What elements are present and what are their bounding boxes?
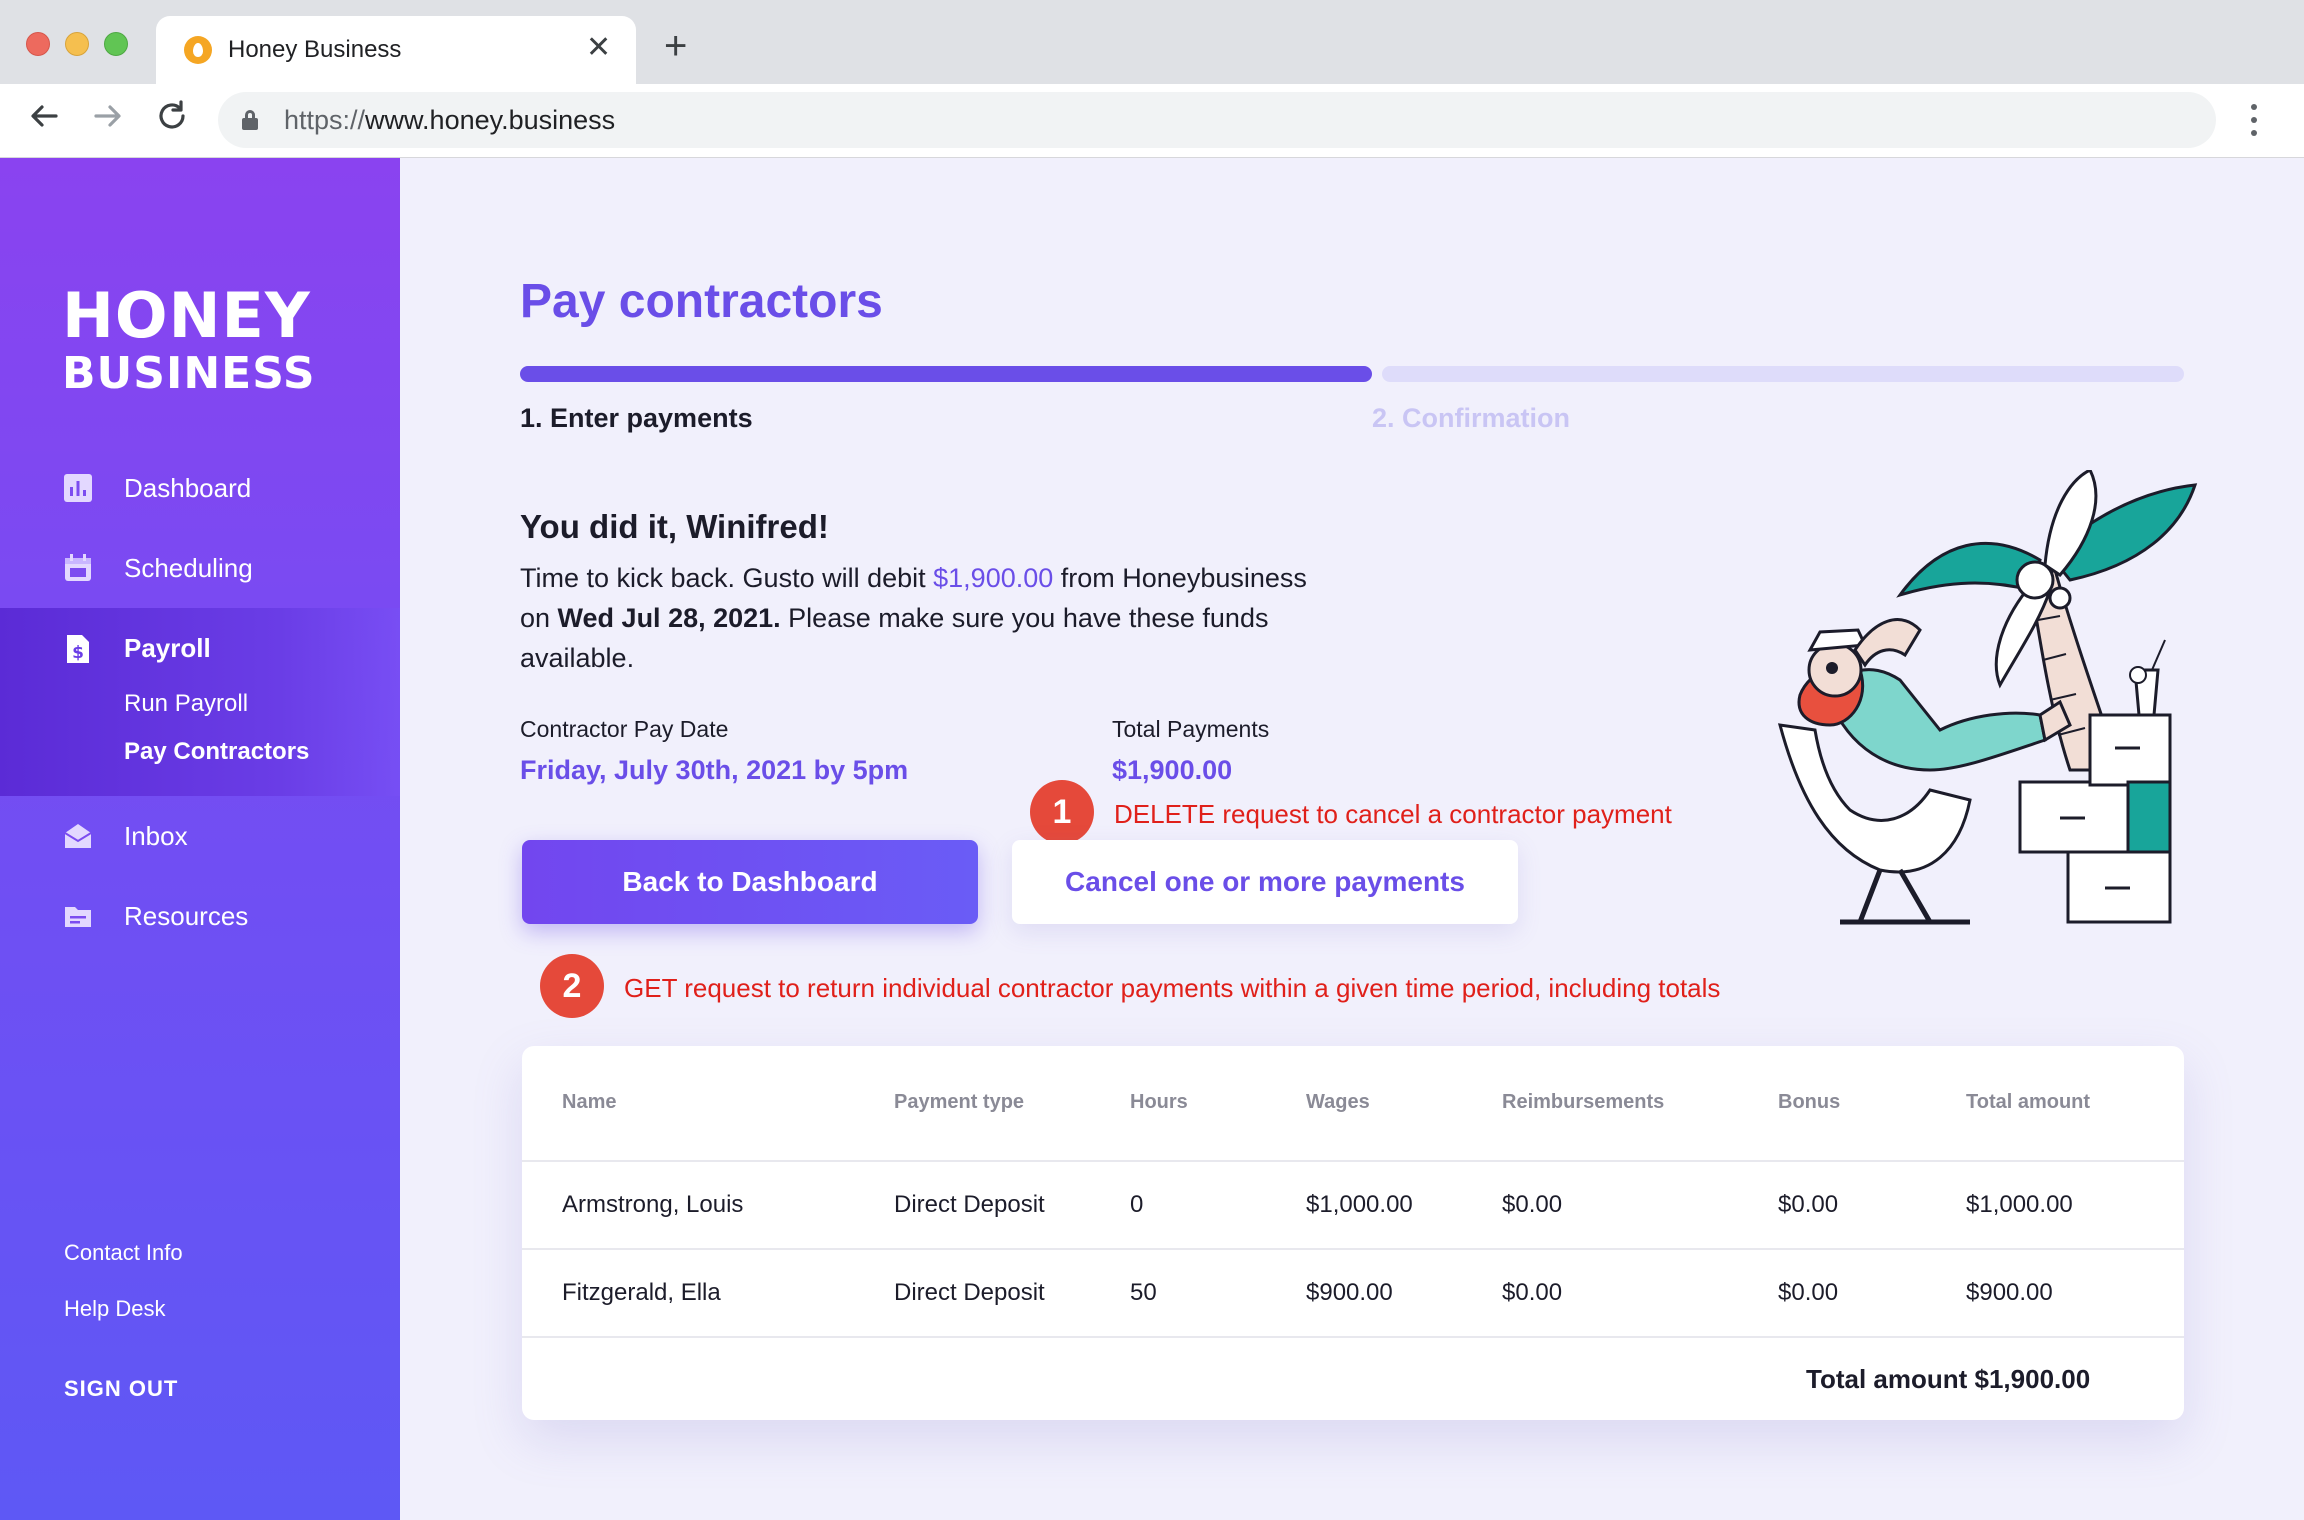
sidebar-subitem-pay-contractors[interactable]: Pay Contractors bbox=[124, 736, 309, 768]
reload-icon[interactable] bbox=[152, 96, 192, 136]
column-header-bonus[interactable]: Bonus bbox=[1778, 1088, 1840, 1116]
browser-menu-icon[interactable] bbox=[2250, 102, 2258, 138]
sign-out-link[interactable]: SIGN OUT bbox=[64, 1374, 178, 1404]
cell-total-amount: $900.00 bbox=[1966, 1279, 2053, 1306]
browser-tab-strip: Honey Business ✕ + bbox=[0, 0, 2304, 84]
lock-icon bbox=[242, 110, 258, 130]
forward-arrow-icon[interactable] bbox=[88, 96, 128, 136]
cancel-payments-button[interactable]: Cancel one or more payments bbox=[1012, 840, 1518, 924]
table-divider bbox=[522, 1160, 2184, 1162]
annotation-text-2: GET request to return individual contrac… bbox=[624, 973, 1721, 1003]
bar-chart-icon bbox=[64, 474, 92, 502]
relaxing-person-illustration bbox=[1777, 470, 2198, 925]
cell-reimbursements: $0.00 bbox=[1502, 1279, 1563, 1306]
cell-payment-type: Direct Deposit bbox=[894, 1191, 1045, 1218]
debit-amount: $1,900.00 bbox=[933, 563, 1054, 593]
table-divider bbox=[522, 1248, 2184, 1250]
cell-total-amount: $1,000.00 bbox=[1966, 1191, 2073, 1218]
help-desk-link[interactable]: Help Desk bbox=[64, 1294, 165, 1324]
folder-icon bbox=[65, 907, 91, 927]
sidebar-item-scheduling[interactable]: Scheduling bbox=[0, 528, 400, 608]
total-payments-label: Total Payments bbox=[1112, 716, 1270, 742]
column-header-wages[interactable]: Wages bbox=[1306, 1088, 1370, 1116]
annotation-badge-1: 1 bbox=[1030, 780, 1094, 844]
cell-payment-type: Direct Deposit bbox=[894, 1279, 1045, 1306]
browser-tab[interactable]: Honey Business ✕ bbox=[156, 16, 636, 84]
contractor-payments-table: Name Payment type Hours Wages Reimbursem… bbox=[522, 1046, 2184, 1420]
minimize-window-button[interactable] bbox=[65, 32, 89, 56]
pay-date-value: Friday, July 30th, 2021 by 5pm bbox=[520, 755, 909, 785]
annotation-text-1: DELETE request to cancel a contractor pa… bbox=[1114, 799, 1672, 829]
calendar-icon bbox=[65, 554, 91, 581]
sidebar: HONEY BUSINESS Dashboard Scheduling $ Pa… bbox=[0, 158, 400, 1520]
envelope-icon bbox=[64, 824, 92, 848]
table-total-amount: Total amount $1,900.00 bbox=[1806, 1364, 2091, 1394]
tab-close-icon[interactable]: ✕ bbox=[586, 30, 611, 66]
close-window-button[interactable] bbox=[26, 32, 50, 56]
step-confirmation: 2. Confirmation bbox=[1372, 403, 1571, 433]
sidebar-item-label: Dashboard bbox=[124, 473, 252, 503]
sidebar-item-label: Scheduling bbox=[124, 553, 253, 583]
sidebar-item-inbox[interactable]: Inbox bbox=[0, 796, 400, 876]
pay-date-label: Contractor Pay Date bbox=[520, 716, 729, 742]
cell-reimbursements: $0.00 bbox=[1502, 1191, 1563, 1218]
progress-bar-remaining bbox=[1382, 366, 2184, 382]
dollar-document-icon: $ bbox=[67, 635, 89, 663]
annotation-badge-2: 2 bbox=[540, 954, 604, 1018]
url-text: https://www.honey.business bbox=[284, 105, 616, 135]
column-header-total-amount[interactable]: Total amount bbox=[1966, 1088, 2090, 1116]
back-arrow-icon[interactable] bbox=[24, 96, 64, 136]
maximize-window-button[interactable] bbox=[104, 32, 128, 56]
column-header-hours[interactable]: Hours bbox=[1130, 1088, 1188, 1116]
cell-wages: $1,000.00 bbox=[1306, 1191, 1413, 1218]
sidebar-item-resources[interactable]: Resources bbox=[0, 876, 400, 956]
column-header-reimbursements[interactable]: Reimbursements bbox=[1502, 1088, 1664, 1116]
total-payments-value: $1,900.00 bbox=[1112, 755, 1233, 785]
address-bar[interactable]: https://www.honey.business bbox=[218, 92, 2216, 148]
cell-hours: 50 bbox=[1130, 1279, 1157, 1306]
svg-text:$: $ bbox=[72, 643, 84, 663]
progress-bar-complete bbox=[520, 366, 1372, 382]
sidebar-item-label: Resources bbox=[124, 901, 249, 931]
cell-bonus: $0.00 bbox=[1778, 1191, 1839, 1218]
confirmation-message: Time to kick back. Gusto will debit $1,9… bbox=[520, 563, 1307, 673]
honey-business-logo[interactable]: HONEY BUSINESS bbox=[62, 282, 316, 398]
step-enter-payments: 1. Enter payments bbox=[520, 403, 753, 433]
table-divider bbox=[522, 1336, 2184, 1338]
sidebar-subitem-run-payroll[interactable]: Run Payroll bbox=[124, 688, 248, 720]
sidebar-item-dashboard[interactable]: Dashboard bbox=[0, 448, 400, 528]
sidebar-item-label: Inbox bbox=[124, 821, 188, 851]
back-to-dashboard-button[interactable]: Back to Dashboard bbox=[522, 840, 978, 924]
page-title: Pay contractors bbox=[520, 275, 883, 328]
cell-bonus: $0.00 bbox=[1778, 1279, 1839, 1306]
contact-info-link[interactable]: Contact Info bbox=[64, 1238, 183, 1268]
cell-wages: $900.00 bbox=[1306, 1279, 1393, 1306]
cell-hours: 0 bbox=[1130, 1191, 1144, 1218]
debit-date: Wed Jul 28, 2021. bbox=[557, 603, 781, 633]
cell-name: Armstrong, Louis bbox=[562, 1191, 744, 1218]
column-header-name[interactable]: Name bbox=[562, 1088, 616, 1116]
honey-favicon-icon bbox=[184, 36, 212, 64]
greeting-heading: You did it, Winifred! bbox=[520, 508, 829, 545]
cell-name: Fitzgerald, Ella bbox=[562, 1279, 721, 1306]
new-tab-icon[interactable]: + bbox=[664, 26, 687, 66]
sidebar-item-label: Payroll bbox=[124, 633, 211, 663]
tab-title: Honey Business bbox=[228, 36, 402, 63]
column-header-payment-type[interactable]: Payment type bbox=[894, 1088, 1024, 1116]
browser-toolbar: https://www.honey.business bbox=[0, 84, 2304, 158]
